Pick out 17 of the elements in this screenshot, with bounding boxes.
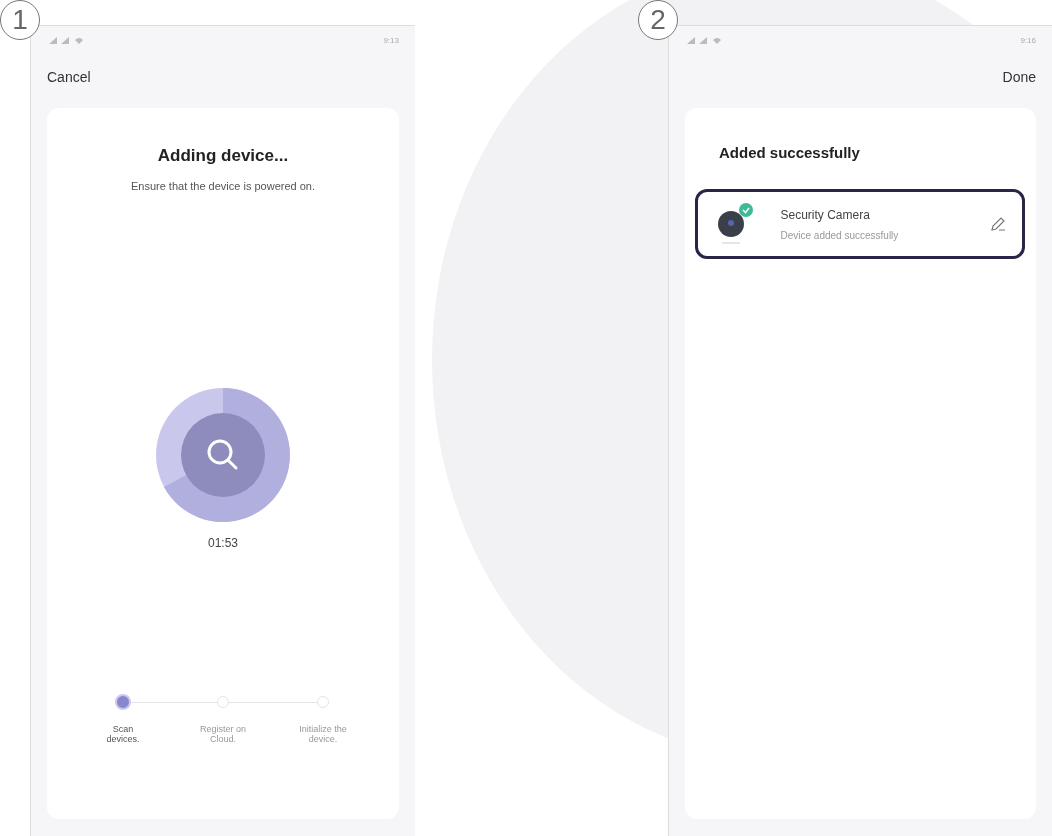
screen-title: Added successfully (719, 144, 860, 161)
step-label: Initialize the device. (298, 724, 348, 744)
device-item[interactable]: Security Camera Device added successfully (695, 189, 1026, 259)
countdown-timer: 01:53 (207, 536, 238, 550)
done-button[interactable]: Done (996, 65, 1042, 89)
device-name: Security Camera (780, 207, 871, 222)
status-time: 9:13 (383, 35, 399, 45)
pencil-icon[interactable] (990, 216, 1007, 232)
screen-title: Adding device... (157, 146, 289, 166)
device-status: Device added successfully (780, 229, 900, 241)
camera-icon (716, 202, 755, 246)
status-time: 9:16 (1020, 35, 1036, 45)
cancel-button[interactable]: Cancel (41, 65, 97, 89)
step-label: Scan devices. (105, 724, 141, 744)
step-number: 1 (0, 0, 40, 40)
screen-subtitle: Ensure that the device is powered on. (130, 180, 315, 192)
step-label: Register on Cloud. (198, 724, 247, 744)
